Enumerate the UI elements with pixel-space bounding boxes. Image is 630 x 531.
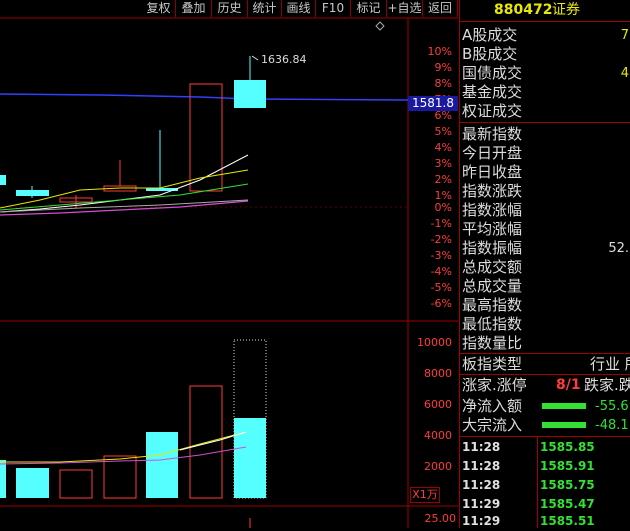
board-type-label: 板指类型	[462, 355, 523, 373]
fall-label: 跌家.跌	[584, 376, 630, 394]
pct-tick: -3%	[430, 249, 452, 262]
net-inflow-bar	[542, 403, 586, 409]
pct-tick: 2%	[434, 173, 452, 186]
blue-reference-line	[0, 93, 409, 101]
info-row-latest-index: 最新指数	[462, 125, 523, 143]
info-row-warrants: 权证成交	[462, 102, 523, 120]
rise-value: 8/1	[556, 377, 581, 393]
pct-tick: 9%	[434, 61, 452, 74]
pct-tick: 0%	[434, 201, 452, 214]
info-row-b-shares: B股成交	[462, 45, 518, 63]
indicator-value: 25.00	[424, 512, 457, 525]
stock-header: 880472 证券	[460, 0, 630, 20]
info-row-amplitude: 指数振幅	[462, 239, 523, 257]
info-panel: 880472 证券 A股成交 7 B股成交 国债成交 4 基金成交 权证成交 最…	[459, 0, 630, 528]
rise-label: 涨家.涨停	[462, 376, 527, 394]
vol-tick: 8000	[424, 367, 452, 380]
tick-row: 11:29 1585.51	[462, 514, 595, 528]
high-annotation: 1636.84	[261, 53, 307, 66]
pct-tick: 3%	[434, 157, 452, 170]
pct-tick: -2%	[430, 233, 452, 246]
diamond-icon	[375, 21, 385, 31]
volume-unit-label: X1万	[410, 487, 440, 503]
info-row-volume-ratio: 指数量比	[462, 334, 523, 352]
vol-tick: 10000	[417, 336, 452, 349]
info-row-open: 今日开盘	[462, 144, 523, 162]
pct-tick: 4%	[434, 141, 452, 154]
volume-bar	[0, 460, 6, 498]
info-row-high: 最高指数	[462, 296, 523, 314]
block-inflow-bar	[542, 422, 586, 428]
tick-row: 11:28 1585.75	[462, 478, 595, 492]
pct-tick: -6%	[430, 297, 452, 310]
vol-tick: 4000	[424, 429, 452, 442]
volume-bar	[234, 418, 266, 498]
candle	[0, 175, 6, 185]
info-row-volume: 总成交量	[462, 277, 523, 295]
net-inflow-label: 净流入额	[462, 397, 523, 415]
info-value: 52.	[608, 241, 629, 256]
vol-tick: 2000	[424, 460, 452, 473]
ma-white-line	[0, 154, 249, 213]
info-row-prev-close: 昨日收盘	[462, 163, 523, 181]
volume-bar	[146, 432, 178, 498]
info-row-change-pct: 指数涨幅	[462, 201, 523, 219]
kline-chart[interactable]: 1636.84	[0, 0, 458, 528]
pct-tick: 10%	[427, 45, 452, 58]
tick-row: 11:28 1585.91	[462, 459, 595, 473]
last-price-tag: 1581.8	[408, 96, 458, 111]
volume-bar	[103, 455, 137, 499]
info-row-turnover: 总成交额	[462, 258, 523, 276]
candle	[234, 80, 266, 108]
pct-tick: 5%	[434, 125, 452, 138]
tick-row: 11:28 1585.85	[462, 440, 595, 454]
info-row-funds: 基金成交	[462, 83, 523, 101]
ma-purple-line	[0, 200, 249, 216]
stock-code: 880472	[494, 2, 553, 18]
volume-bar	[16, 468, 49, 498]
info-row-low: 最低指数	[462, 315, 523, 333]
stock-name: 证券	[552, 2, 580, 18]
vol-tick: 6000	[424, 398, 452, 411]
pct-tick: -4%	[430, 265, 452, 278]
volume-bar	[59, 469, 93, 499]
pct-tick: 8%	[434, 77, 452, 90]
block-inflow-value: -48.1	[595, 418, 629, 433]
pct-tick: -1%	[430, 217, 452, 230]
info-row-avg-change: 平均涨幅	[462, 220, 523, 238]
net-inflow-value: -55.6	[595, 399, 629, 414]
high-pointer	[251, 55, 259, 61]
board-type-value: 行业 所	[590, 355, 630, 373]
info-row-a-shares: A股成交	[462, 26, 518, 44]
info-value: 7	[620, 28, 629, 43]
block-inflow-label: 大宗流入	[462, 416, 523, 434]
volume-ma-yellow	[0, 431, 247, 463]
info-value: 4	[620, 66, 629, 81]
info-row-change: 指数涨跌	[462, 182, 523, 200]
pct-tick: -5%	[430, 281, 452, 294]
info-row-bonds: 国债成交	[462, 64, 523, 82]
